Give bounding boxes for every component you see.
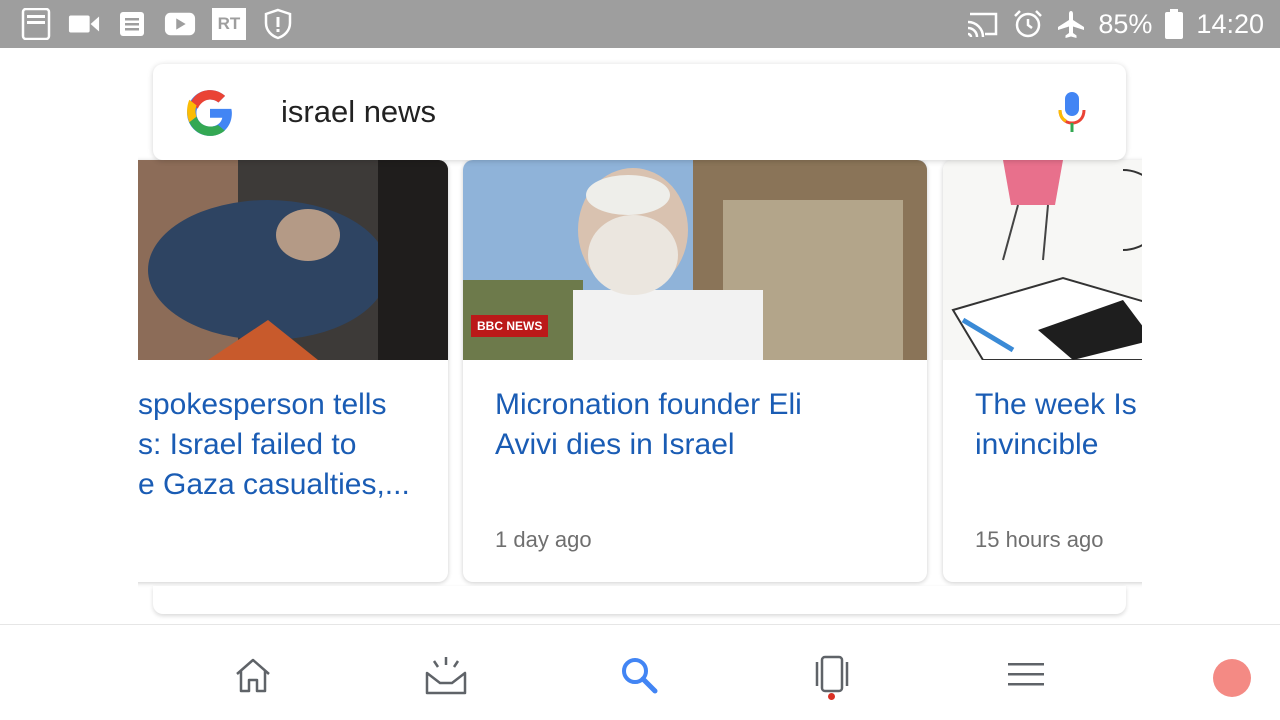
news-timestamp: 15 hours ago: [975, 527, 1104, 552]
alarm-icon: [1014, 10, 1043, 38]
news-timestamp: 1 day ago: [495, 527, 592, 552]
cast-icon: [968, 12, 998, 38]
rt-app-icon: RT: [212, 8, 246, 40]
battery-percent: 85%: [1098, 8, 1153, 39]
news-card[interactable]: BBC NEWS Micronation founder Eli Avivi d…: [463, 160, 927, 582]
headline-line: spokesperson tells: [138, 388, 387, 421]
search-bar[interactable]: israel news: [153, 64, 1126, 160]
clock: 14:20: [1196, 8, 1264, 39]
search-icon[interactable]: [617, 653, 661, 697]
avatar[interactable]: [1213, 659, 1251, 697]
shield-alert-icon: [262, 8, 294, 40]
next-section-card: [153, 586, 1126, 614]
headline-line: The week Is: [975, 388, 1137, 421]
headline-line: s: Israel failed to: [138, 428, 357, 461]
news-thumbnail: BBC NEWS: [463, 160, 927, 360]
news-carousel[interactable]: spokesperson tells s: Israel failed to e…: [138, 120, 1142, 590]
news-headline[interactable]: Micronation founder Eli Avivi dies in Is…: [495, 385, 855, 465]
home-icon[interactable]: [231, 653, 275, 697]
bible-app-icon: [20, 8, 52, 40]
news-thumbnail: [138, 160, 448, 360]
news-headline[interactable]: The week Is invincible: [975, 385, 1142, 465]
news-card[interactable]: The week Is invincible 15 hours ago: [943, 160, 1142, 582]
headline-line: invincible: [975, 428, 1099, 461]
mic-icon[interactable]: [1056, 90, 1088, 134]
headline-line: Micronation founder Eli: [495, 388, 802, 421]
news-card[interactable]: spokesperson tells s: Israel failed to e…: [138, 160, 448, 582]
news-headline[interactable]: spokesperson tells s: Israel failed to e…: [138, 385, 438, 505]
news-thumbnail: [943, 160, 1142, 361]
battery-icon: [1165, 9, 1184, 39]
system-status: 85% 14:20: [966, 6, 1264, 42]
search-query-text[interactable]: israel news: [281, 94, 436, 130]
notes-icon: [116, 8, 148, 40]
status-bar: RT 85% 14:20: [0, 0, 1280, 48]
video-camera-icon: [68, 8, 100, 40]
recent-tabs-icon[interactable]: [810, 653, 854, 700]
bbc-news-badge: BBC NEWS: [471, 315, 549, 337]
rt-label: RT: [217, 14, 241, 33]
updates-inbox-icon[interactable]: [424, 653, 468, 697]
google-g-icon: [187, 90, 232, 136]
menu-icon[interactable]: [1004, 653, 1048, 697]
airplane-mode-icon: [1058, 11, 1085, 38]
notification-icons: RT: [20, 8, 294, 40]
headline-line: Avivi dies in Israel: [495, 428, 735, 461]
bottom-navigation: [0, 624, 1280, 720]
notification-dot: [828, 693, 835, 700]
headline-line: e Gaza casualties,...: [138, 468, 410, 501]
youtube-icon: [164, 8, 196, 40]
